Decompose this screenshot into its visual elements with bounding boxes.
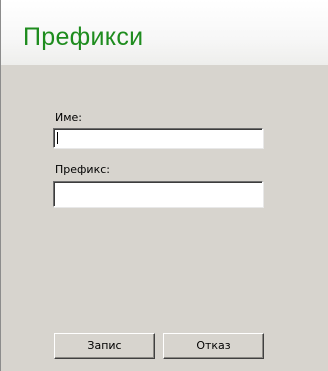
cancel-button[interactable]: Отказ bbox=[163, 333, 264, 359]
save-button[interactable]: Запис bbox=[54, 333, 155, 359]
name-label: Име: bbox=[55, 111, 83, 124]
text-caret bbox=[57, 132, 58, 144]
page-title: Префикси bbox=[23, 23, 144, 51]
prefixes-dialog: Префикси Име: Префикс: Запис Отказ bbox=[0, 0, 328, 371]
form-panel: Име: Префикс: Запис Отказ bbox=[0, 65, 328, 371]
prefix-field[interactable] bbox=[53, 181, 263, 207]
name-field[interactable] bbox=[53, 128, 263, 148]
dialog-header: Префикси bbox=[0, 0, 328, 65]
prefix-label: Префикс: bbox=[55, 163, 110, 176]
